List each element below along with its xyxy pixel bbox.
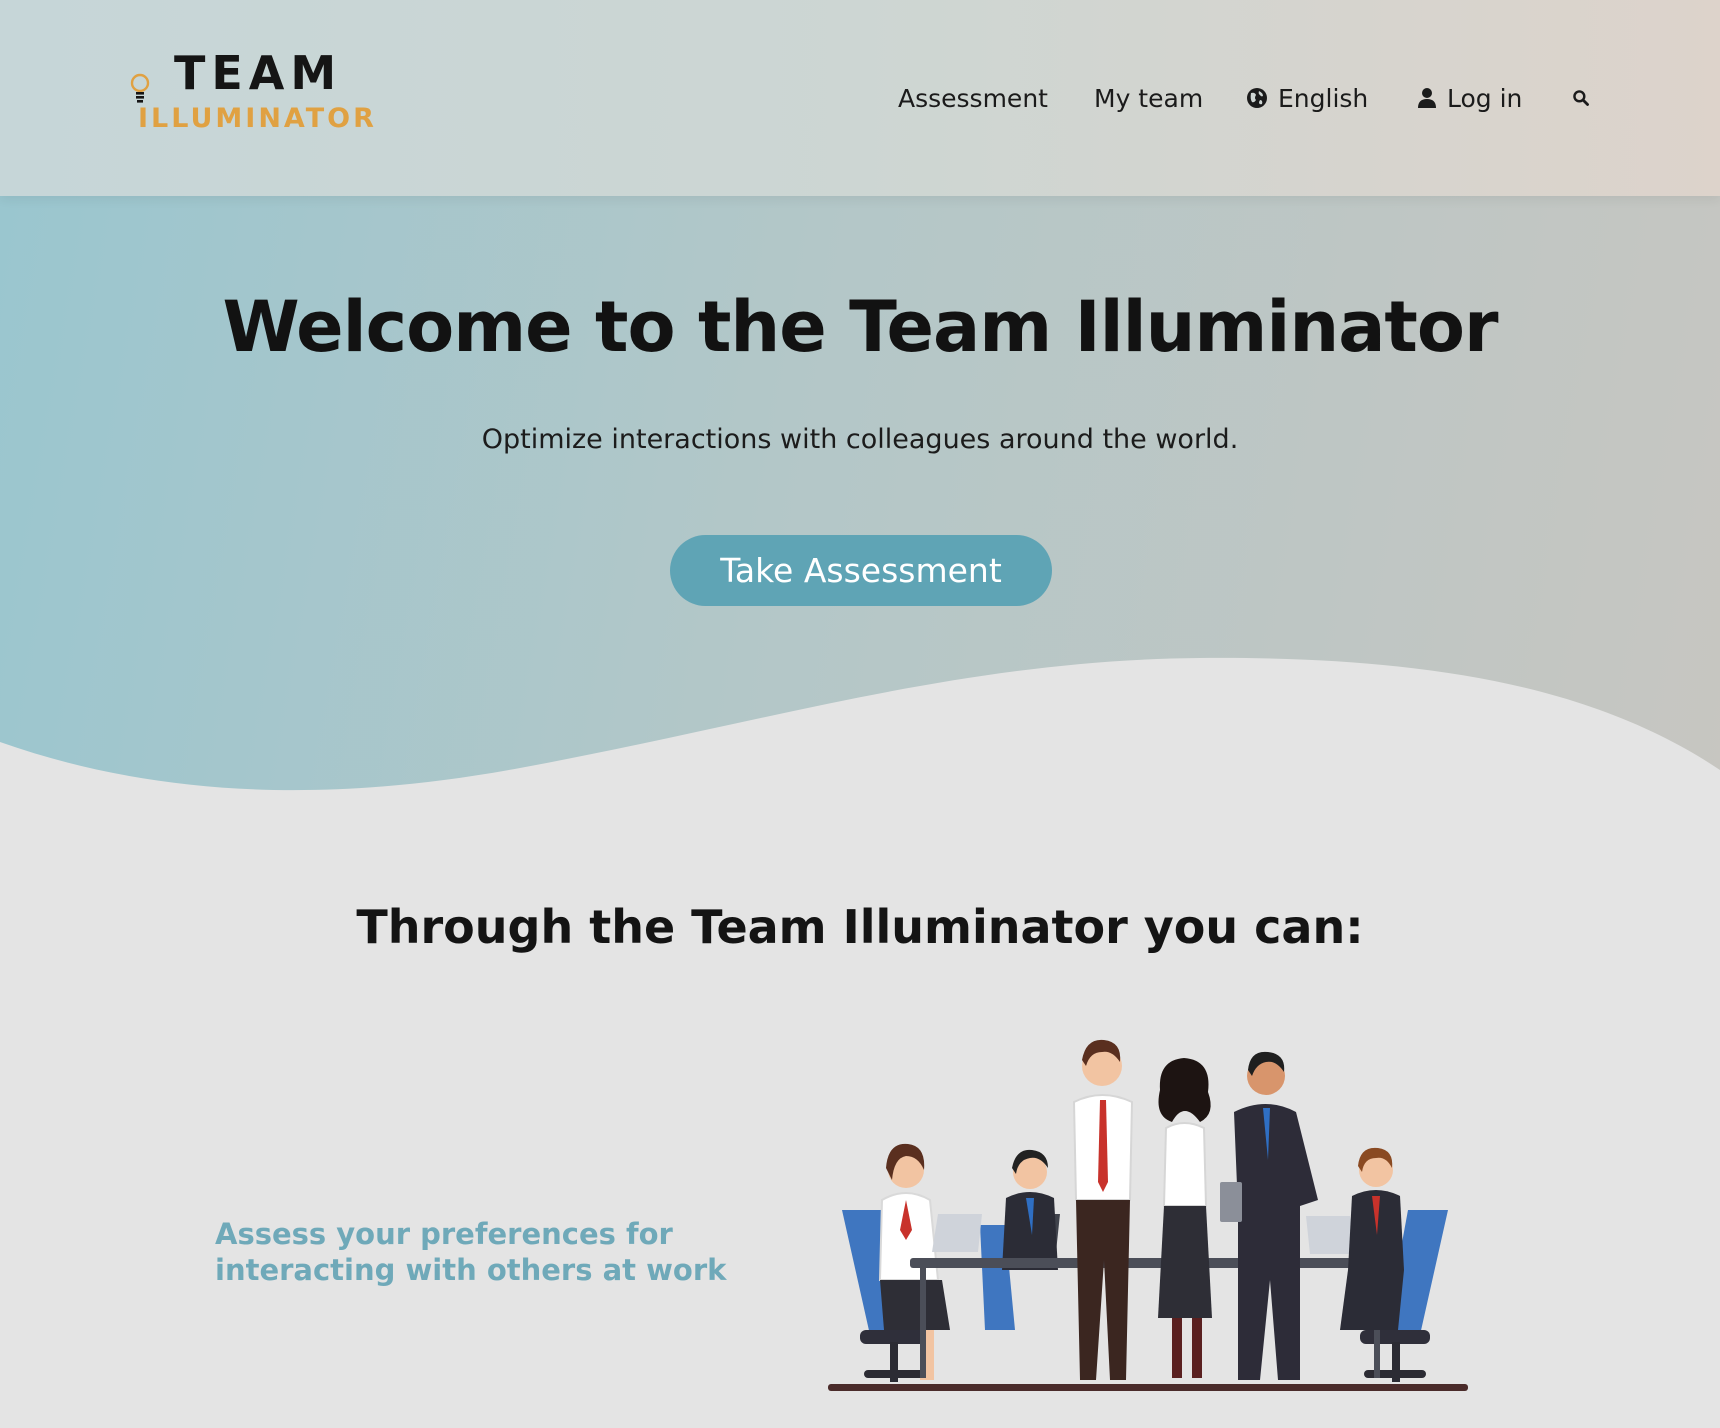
globe-icon: [1247, 88, 1267, 108]
logo-text-illuminator: ILLUMINATOR: [138, 103, 377, 134]
feature-item: Assess your preferences for interacting …: [215, 1217, 727, 1287]
language-label: English: [1278, 83, 1369, 113]
search-button[interactable]: [1572, 84, 1600, 112]
take-assessment-button[interactable]: Take Assessment: [670, 535, 1052, 606]
nav-assessment-label: Assessment: [898, 83, 1048, 113]
logo-text-team: TEAM: [174, 46, 343, 100]
take-assessment-label: Take Assessment: [720, 551, 1002, 590]
hero-subtitle: Optimize interactions with colleagues ar…: [481, 424, 1239, 455]
user-icon: [1418, 88, 1436, 108]
features-heading: Through the Team Illuminator you can:: [356, 900, 1364, 954]
nav-my-team-label: My team: [1094, 83, 1204, 113]
language-selector[interactable]: English: [1246, 78, 1368, 118]
login-label: Log in: [1447, 83, 1523, 113]
team-illuminator-logo[interactable]: TEAM ILLUMINATOR: [128, 48, 378, 138]
hero-wave-divider: [0, 657, 1720, 820]
nav-my-team[interactable]: My team: [1094, 78, 1203, 118]
team-meeting-illustration: [828, 1039, 1468, 1391]
search-icon: [1573, 90, 1589, 106]
site-header: TEAM ILLUMINATOR Assessment My team Engl…: [0, 0, 1720, 196]
login-link[interactable]: Log in: [1417, 78, 1522, 118]
nav-assessment[interactable]: Assessment: [898, 78, 1048, 118]
hero-title: Welcome to the Team Illuminator: [222, 286, 1498, 368]
